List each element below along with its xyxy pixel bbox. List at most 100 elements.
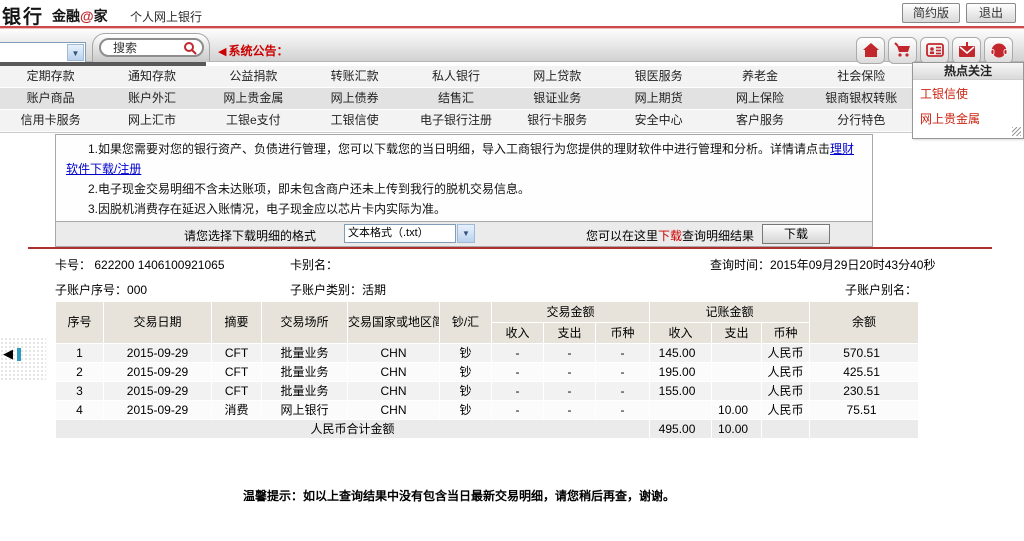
cell-date: 2015-09-29 (104, 382, 212, 401)
cell-place: 网上银行 (262, 401, 348, 420)
cell-balance: 570.51 (810, 344, 919, 363)
header-balance: 余额 (810, 302, 919, 344)
download-link[interactable]: 下载 (658, 229, 682, 243)
menu-item[interactable]: 通知存款 (101, 66, 202, 87)
cell-book-expense (712, 363, 762, 382)
cell-country: CHN (348, 344, 440, 363)
table-header-row-1: 序号 交易日期 摘要 交易场所 交易国家或地区简称 钞/汇 交易金额 记账金额 … (56, 302, 919, 323)
brand-at: @ (80, 8, 94, 24)
cell-trans-income: - (492, 401, 544, 420)
cell-book-expense: 10.00 (712, 401, 762, 420)
cart-button[interactable] (888, 37, 917, 64)
search-input[interactable] (113, 41, 179, 54)
home-button[interactable] (856, 37, 885, 64)
menu-item[interactable]: 网上汇市 (101, 110, 202, 131)
warm-prompt: 温馨提示：如以上查询结果中没有包含当日最新交易明细，请您稍后再查，谢谢。 (0, 487, 918, 504)
card-number: 卡号： 622200 1406100921065 (55, 256, 225, 273)
menu-item[interactable]: 银医服务 (608, 66, 709, 87)
download-button[interactable]: 下载 (762, 224, 830, 244)
cell-date: 2015-09-29 (104, 344, 212, 363)
menu-item[interactable]: 银行卡服务 (507, 110, 608, 131)
transaction-row: 3 2015-09-29 CFT 批量业务 CHN 钞 - - - 155.00… (56, 382, 919, 401)
speaker-icon: ◀ (218, 46, 226, 58)
menu-item[interactable]: 账户外汇 (101, 88, 202, 109)
search-box[interactable] (99, 38, 204, 57)
cell-cash: 钞 (440, 382, 492, 401)
format-select[interactable]: 文本格式（.txt） ▼ (344, 224, 456, 243)
system-announcement: ◀系统公告： (218, 42, 288, 59)
menu-item[interactable]: 公益捐款 (203, 66, 304, 87)
cell-book-income: 155.00 (650, 382, 712, 401)
hot-topic-link[interactable]: 网上贵金属 (913, 105, 1023, 130)
note-text: 1.如果您需要对您的银行资产、负债进行管理，您可以下载您的当日明细，导入工商银行… (88, 142, 830, 156)
cell-seq: 1 (56, 344, 104, 363)
chevron-down-icon[interactable]: ▼ (457, 224, 475, 243)
brand-pre: 金融 (52, 8, 80, 24)
cell-balance: 425.51 (810, 363, 919, 382)
contacts-button[interactable] (920, 37, 949, 64)
menu-item[interactable]: 网上保险 (709, 88, 810, 109)
menu-item[interactable]: 网上期货 (608, 88, 709, 109)
menu-item[interactable]: 安全中心 (608, 110, 709, 131)
total-currency-empty (762, 420, 810, 439)
menu-item[interactable]: 客户服务 (709, 110, 810, 131)
top-bar: 银行 金融@家 个人网上银行 简约版 退出 (0, 0, 1024, 26)
menu-item[interactable]: 网上债券 (304, 88, 405, 109)
collapse-sidebar-bar[interactable] (17, 348, 21, 361)
menu-item[interactable]: 网上贵金属 (203, 88, 304, 109)
active-tab-strip (0, 62, 206, 66)
chevron-down-icon[interactable]: ▼ (67, 44, 84, 61)
menu-item[interactable]: 私人银行 (405, 66, 506, 87)
menu-item[interactable]: 账户商品 (0, 88, 101, 109)
cell-country: CHN (348, 363, 440, 382)
hot-topics-panel: 热点关注 工银信使 网上贵金属 (912, 62, 1024, 139)
menu-item[interactable]: 网上贷款 (507, 66, 608, 87)
menu-item[interactable]: 分行特色 (811, 110, 912, 131)
cell-seq: 4 (56, 401, 104, 420)
hot-topic-link[interactable]: 工银信使 (913, 80, 1023, 105)
query-time-value: 2015年09月29日20时43分40秒 (770, 258, 935, 272)
total-balance-empty (810, 420, 919, 439)
menu-item[interactable]: 养老金 (709, 66, 810, 87)
menu-item[interactable]: 结售汇 (405, 88, 506, 109)
simple-version-button[interactable]: 简约版 (902, 3, 960, 23)
collapse-sidebar-handle[interactable]: ◀ (3, 346, 13, 362)
cart-icon (894, 42, 912, 58)
inbox-button[interactable] (952, 37, 981, 64)
card-alias: 卡别名： (290, 256, 338, 273)
note-line-3: 3.因脱机消费存在延迟入账情况，电子现金应以芯片卡内实际为准。 (66, 199, 862, 219)
format-value: 文本格式（.txt） (348, 227, 429, 239)
bank-logo: 银行 (2, 2, 44, 29)
transaction-row: 4 2015-09-29 消费 网上银行 CHN 钞 - - - 10.00 人… (56, 401, 919, 420)
menu-item[interactable]: 信用卡服务 (0, 110, 101, 131)
logout-button[interactable]: 退出 (966, 3, 1016, 23)
menu-item[interactable]: 工银e支付 (203, 110, 304, 131)
header-book-currency: 币种 (762, 323, 810, 344)
menu-item[interactable]: 定期存款 (0, 66, 101, 87)
menu-item[interactable]: 社会保险 (811, 66, 912, 87)
notes-box: 1.如果您需要对您的银行资产、负债进行管理，您可以下载您的当日明细，导入工商银行… (55, 134, 873, 222)
cell-summary: 消费 (212, 401, 262, 420)
header-cash: 钞/汇 (440, 302, 492, 344)
format-label: 请您选择下载明细的格式 (184, 227, 316, 244)
menu-item[interactable]: 转账汇款 (304, 66, 405, 87)
cell-place: 批量业务 (262, 344, 348, 363)
header-place: 交易场所 (262, 302, 348, 344)
sub-account-type-value: 活期 (362, 283, 386, 297)
header-trans-income: 收入 (492, 323, 544, 344)
menu-item[interactable]: 电子银行注册 (405, 110, 506, 131)
cell-trans-income: - (492, 344, 544, 363)
resize-handle-icon[interactable] (1012, 127, 1021, 136)
inbox-icon (958, 42, 976, 58)
quick-nav-select[interactable]: ▼ (0, 42, 86, 63)
search-icon[interactable] (183, 41, 198, 56)
menu-item[interactable]: 工银信使 (304, 110, 405, 131)
brand-post: 家 (94, 8, 108, 24)
sub-account-seq-label: 子账户序号： (55, 283, 127, 297)
menu-item[interactable]: 银商银权转账 (811, 88, 912, 109)
customer-service-button[interactable] (984, 37, 1013, 64)
total-label: 人民币合计金额 (56, 420, 650, 439)
cell-seq: 3 (56, 382, 104, 401)
menu-row-1: 定期存款 通知存款 公益捐款 转账汇款 私人银行 网上贷款 银医服务 养老金 社… (0, 66, 912, 88)
menu-item[interactable]: 银证业务 (507, 88, 608, 109)
